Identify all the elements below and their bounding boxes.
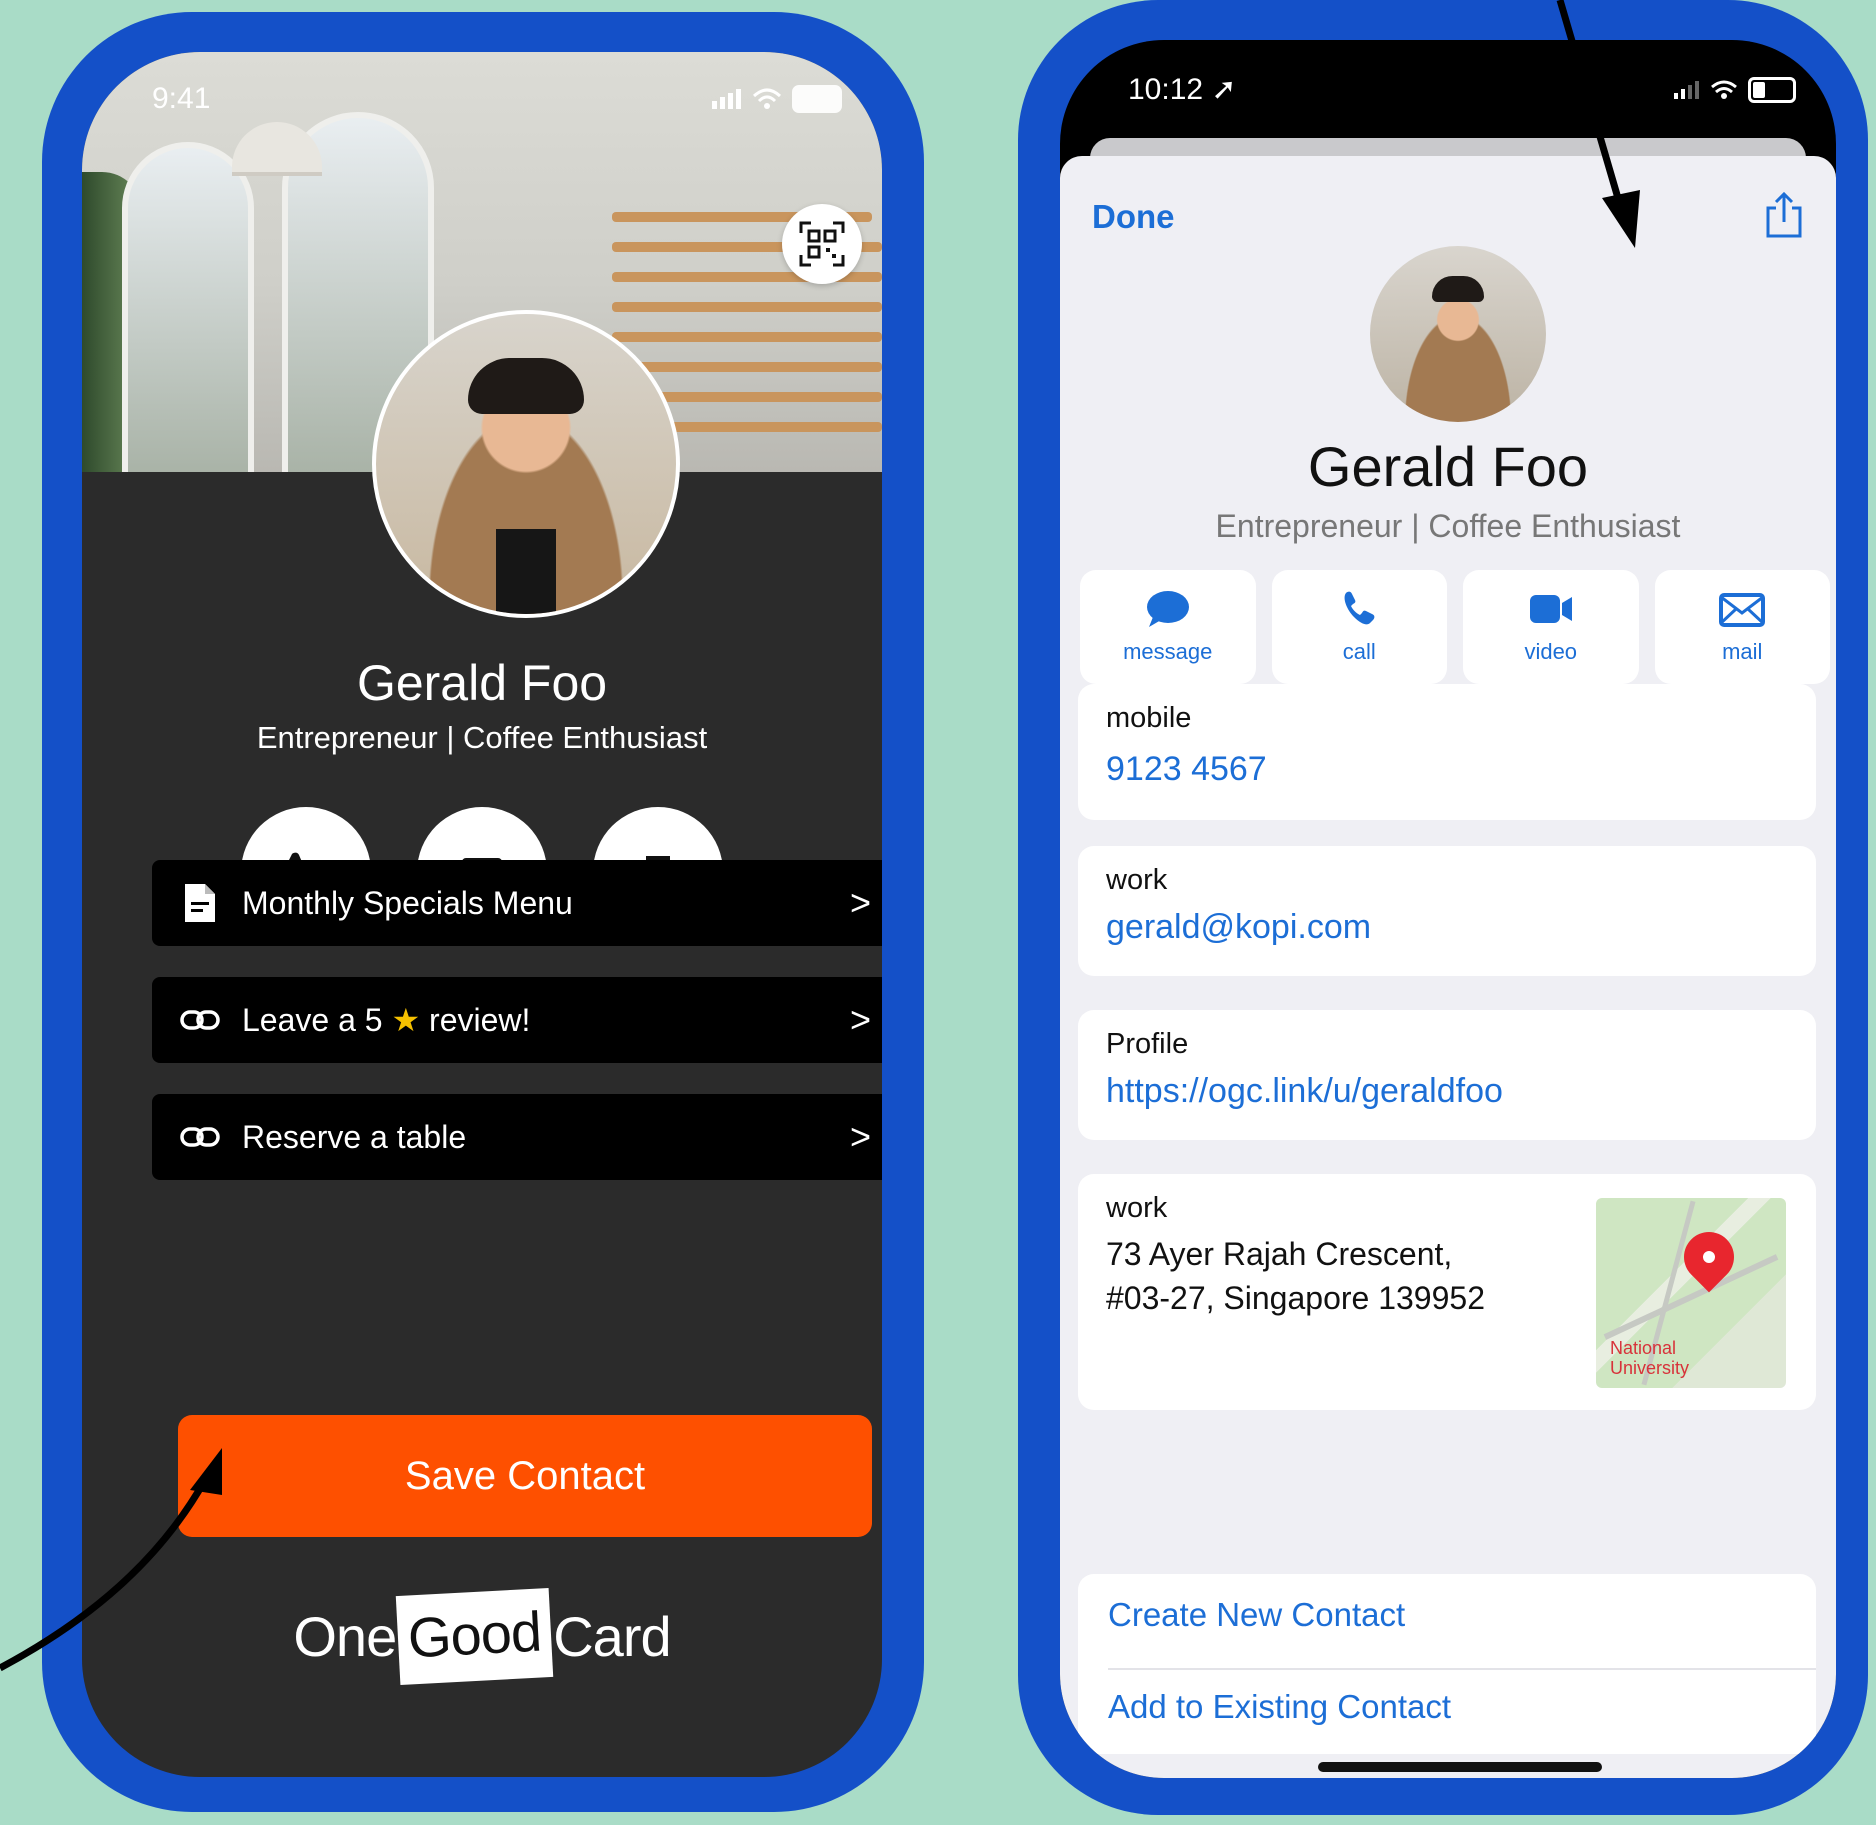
right-phone-frame: 10:12 ➚ Done Gerald Foo Entrepreneur | C… [1018, 0, 1868, 1815]
contact-actions: message call video mail [1080, 570, 1830, 684]
add-to-existing-contact-button[interactable]: Add to Existing Contact [1108, 1688, 1451, 1726]
message-icon [1146, 591, 1189, 627]
profile-name: Gerald Foo [356, 655, 608, 711]
contact-photo [1370, 246, 1546, 422]
contact-options: Create New Contact Add to Existing Conta… [1078, 1574, 1816, 1754]
mail-label: mail [1722, 639, 1763, 664]
address-value[interactable]: 73 Ayer Rajah Crescent, #03-27, Singapor… [1106, 1232, 1485, 1320]
call-button[interactable]: call [1271, 570, 1447, 684]
status-time: 9:41 [152, 82, 211, 115]
contact-title: Entrepreneur | Coffee Enthusiast [1215, 508, 1681, 544]
email-field[interactable]: work gerald@kopi.com [1078, 846, 1816, 976]
link-label: Monthly Specials Menu [242, 884, 573, 921]
field-label: Profile [1106, 1028, 1189, 1060]
message-label: message [1123, 639, 1213, 664]
chevron-right-icon: > [849, 1116, 871, 1157]
field-label: work [1106, 864, 1168, 896]
mail-icon [1719, 593, 1766, 627]
onegoodcard-screen: 9:41 Gerald Foo Entrepreneur | Coffee En… [82, 52, 882, 1777]
status-bar: 10:12 ➚ [1128, 72, 1796, 107]
mail-button[interactable]: mail [1654, 570, 1830, 684]
wifi-icon [1711, 80, 1737, 99]
share-icon[interactable] [1762, 190, 1806, 240]
link-icon [180, 1010, 220, 1030]
field-label: work [1106, 1192, 1168, 1224]
call-label: call [1342, 639, 1376, 664]
field-value[interactable]: gerald@kopi.com [1106, 908, 1371, 947]
profile-url-field[interactable]: Profile https://ogc.link/u/geraldfoo [1078, 1010, 1816, 1140]
field-value[interactable]: https://ogc.link/u/geraldfoo [1106, 1072, 1503, 1111]
link-icon [180, 1127, 220, 1147]
save-contact-button[interactable]: Save Contact [178, 1415, 872, 1537]
link-leave-review[interactable]: Leave a 5 ★ review! > [152, 977, 882, 1063]
link-monthly-specials[interactable]: Monthly Specials Menu > [152, 860, 882, 946]
done-button[interactable]: Done [1092, 198, 1175, 236]
address-map-thumbnail[interactable]: National University [1596, 1198, 1786, 1388]
message-button[interactable]: message [1080, 570, 1256, 684]
qr-code-button[interactable] [782, 204, 862, 284]
chevron-right-icon: > [849, 882, 871, 923]
video-button[interactable]: video [1463, 570, 1639, 684]
ios-contact-screen: 10:12 ➚ Done Gerald Foo Entrepreneur | C… [1060, 40, 1836, 1778]
phone-icon [1344, 591, 1375, 625]
document-icon [185, 884, 215, 922]
home-indicator [1318, 1762, 1602, 1772]
map-label: National University [1610, 1338, 1690, 1378]
link-reserve-table[interactable]: Reserve a table > [152, 1094, 882, 1180]
location-arrow-icon: ➚ [1211, 73, 1237, 106]
contact-card-sheet: Done Gerald Foo Entrepreneur | Coffee En… [1060, 156, 1836, 1778]
status-time: 10:12 [1128, 73, 1204, 106]
signal-icon [1674, 80, 1699, 99]
link-label: Leave a 5 ★ review! [242, 1002, 531, 1038]
profile-title: Entrepreneur | Coffee Enthusiast [256, 720, 708, 755]
status-bar: 9:41 [152, 82, 842, 116]
battery-icon [1748, 76, 1796, 103]
profile-photo [372, 310, 680, 618]
link-label: Reserve a table [242, 1118, 467, 1155]
address-field[interactable]: work 73 Ayer Rajah Crescent, #03-27, Sin… [1078, 1174, 1816, 1410]
mobile-field[interactable]: mobile 9123 4567 [1078, 684, 1816, 820]
battery-icon [792, 85, 842, 113]
chevron-right-icon: > [849, 999, 871, 1040]
signal-icon [712, 89, 741, 109]
field-value[interactable]: 9123 4567 [1106, 750, 1267, 789]
wifi-icon [752, 88, 782, 109]
video-icon [1529, 595, 1572, 623]
contact-name: Gerald Foo [1307, 435, 1589, 498]
video-label: video [1524, 639, 1578, 664]
qr-code-icon [799, 221, 845, 267]
onegoodcard-logo: One Good Card [82, 1588, 882, 1685]
left-phone-frame: 9:41 Gerald Foo Entrepreneur | Coffee En… [42, 12, 924, 1812]
field-label: mobile [1106, 702, 1192, 734]
star-icon: ★ [391, 1002, 421, 1038]
create-new-contact-button[interactable]: Create New Contact [1108, 1596, 1405, 1634]
